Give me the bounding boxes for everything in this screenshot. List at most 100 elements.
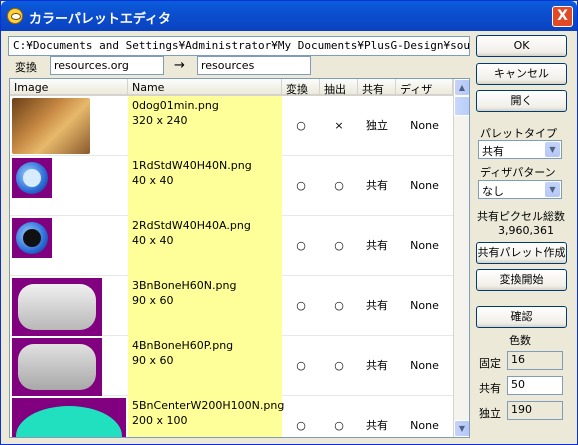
column-convert[interactable]: 変換 [282,79,320,96]
fixed-label: 固定 [479,357,501,370]
share-cell[interactable]: 独立 [358,96,396,156]
confirm-button[interactable]: 確認 [476,306,567,328]
table-row[interactable]: 1RdStdW40H40N.png 40 x 40 ○ ○ 共有 None [10,156,453,216]
scroll-thumb[interactable] [454,96,469,116]
name-cell: 2RdStdW40H40A.png 40 x 40 [128,216,282,276]
dither-pattern-select[interactable]: なし ▼ [478,180,562,199]
list-rows: 0dog01min.png 320 x 240 ○ × 独立 None 1RdSt… [10,96,453,437]
file-name: 4BnBoneH60P.png [132,339,234,352]
dither-cell[interactable]: None [396,276,453,336]
extract-cell[interactable]: ○ [320,156,358,216]
file-size: 320 x 240 [132,114,188,127]
independent-label: 独立 [479,407,501,420]
table-row[interactable]: 4BnBoneH60P.png 90 x 60 ○ ○ 共有 None [10,336,453,396]
file-name: 1RdStdW40H40N.png [132,159,252,172]
convert-cell[interactable]: ○ [282,96,320,156]
title-bar[interactable]: カラーパレットエディタ X [1,1,577,31]
app-icon [7,8,23,24]
convert-cell[interactable]: ○ [282,396,320,437]
image-cell [10,216,128,276]
convert-cell[interactable]: ○ [282,156,320,216]
dither-cell[interactable]: None [396,216,453,276]
dither-cell[interactable]: None [396,156,453,216]
shared-pixels-value: 3,960,361 [498,224,554,237]
scroll-up-icon[interactable]: ▲ [454,79,469,96]
independent-count: 190 [507,401,563,420]
dither-pattern-value: なし [482,185,504,198]
column-name[interactable]: Name [128,79,282,96]
color-count-label: 色数 [509,334,531,347]
name-cell: 5BnCenterW200H100N.png 200 x 100 [128,396,285,437]
extract-cell[interactable]: ○ [320,396,358,437]
column-image[interactable]: Image [10,79,128,96]
list-header: Image Name 変換 抽出 共有 ディザ [10,79,453,96]
column-extract[interactable]: 抽出 [320,79,358,96]
file-size: 40 x 40 [132,234,174,247]
vertical-scrollbar[interactable]: ▲ ▼ [453,79,469,437]
dither-cell[interactable]: None [396,336,453,396]
file-name: 5BnCenterW200H100N.png [132,399,285,412]
table-row[interactable]: 5BnCenterW200H100N.png 200 x 100 ○ ○ 共有 N… [10,396,453,437]
bone-thumbnail [12,338,102,396]
bone-thumbnail [12,278,102,336]
chevron-down-icon[interactable]: ▼ [545,142,560,157]
palette-type-select[interactable]: 共有 ▼ [478,140,562,159]
open-button[interactable]: 開く [476,90,567,112]
convert-label: 変換 [15,61,37,74]
image-cell [10,276,128,336]
column-share[interactable]: 共有 [358,79,396,96]
dither-cell[interactable]: None [396,396,453,437]
center-thumbnail [12,398,126,437]
convert-cell[interactable]: ○ [282,336,320,396]
table-row[interactable]: 2RdStdW40H40A.png 40 x 40 ○ ○ 共有 None [10,216,453,276]
name-cell: 3BnBoneH60N.png 90 x 60 [128,276,282,336]
name-cell: 4BnBoneH60P.png 90 x 60 [128,336,282,396]
file-name: 2RdStdW40H40A.png [132,219,251,232]
dither-pattern-label: ディザパターン [480,166,556,179]
extract-cell[interactable]: ○ [320,276,358,336]
file-size: 40 x 40 [132,174,174,187]
shared-label: 共有 [479,382,501,395]
convert-to-field[interactable]: resources [197,56,311,75]
cancel-button[interactable]: キャンセル [476,63,567,85]
source-path-field[interactable]: C:¥Documents and Settings¥Administrator¥… [8,36,470,56]
file-name: 3BnBoneH60N.png [132,279,237,292]
share-cell[interactable]: 共有 [358,276,396,336]
table-row[interactable]: 0dog01min.png 320 x 240 ○ × 独立 None [10,96,453,156]
dither-cell[interactable]: None [396,96,453,156]
shared-count-field[interactable]: 50 [507,376,563,395]
table-row[interactable]: 3BnBoneH60N.png 90 x 60 ○ ○ 共有 None [10,276,453,336]
extract-cell[interactable]: ○ [320,336,358,396]
close-button[interactable]: X [552,6,573,27]
image-list[interactable]: Image Name 変換 抽出 共有 ディザ 0dog01min.png 320… [9,78,470,438]
share-cell[interactable]: 共有 [358,336,396,396]
palette-type-value: 共有 [482,145,504,158]
extract-cell[interactable]: × [320,96,358,156]
dog-thumbnail [12,98,90,154]
share-cell[interactable]: 共有 [358,216,396,276]
window-title: カラーパレットエディタ [29,12,171,27]
make-shared-palette-button[interactable]: 共有パレット作成 [476,242,567,264]
palette-type-label: パレットタイプ [480,127,557,140]
convert-cell[interactable]: ○ [282,216,320,276]
column-dither[interactable]: ディザ [396,79,453,96]
ring-thumbnail [12,158,52,198]
image-cell [10,336,128,396]
file-size: 200 x 100 [132,414,188,427]
convert-cell[interactable]: ○ [282,276,320,336]
start-convert-button[interactable]: 変換開始 [476,269,567,291]
convert-from-field[interactable]: resources.org [50,56,164,75]
image-cell [10,156,128,216]
scroll-down-icon[interactable]: ▼ [454,420,469,437]
file-size: 90 x 60 [132,354,174,367]
chevron-down-icon[interactable]: ▼ [545,182,560,197]
extract-cell[interactable]: ○ [320,216,358,276]
name-cell: 0dog01min.png 320 x 240 [128,96,282,156]
shared-pixels-label: 共有ピクセル総数 [477,210,565,223]
share-cell[interactable]: 共有 [358,156,396,216]
share-cell[interactable]: 共有 [358,396,396,437]
palette-editor-window: カラーパレットエディタ X C:¥Documents and Settings¥… [0,0,578,445]
fixed-count: 16 [507,351,563,370]
image-cell [10,96,128,156]
ok-button[interactable]: OK [476,35,567,57]
